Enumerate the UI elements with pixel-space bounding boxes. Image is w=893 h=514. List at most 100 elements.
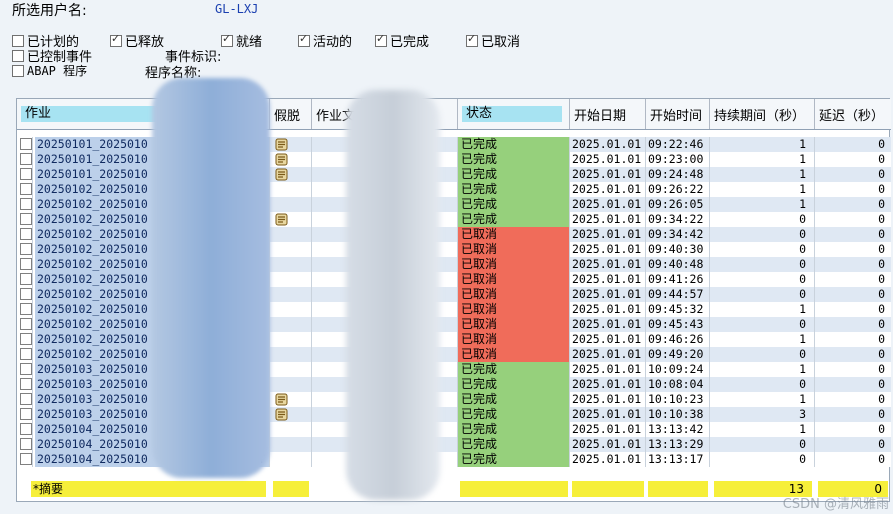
checkbox-box[interactable] <box>221 32 233 47</box>
table-row[interactable]: 20250101_2025010EASE已完成2025.01.0109:23:0… <box>17 152 891 167</box>
row-select-cell[interactable] <box>17 317 33 332</box>
checkbox-abap-program[interactable]: ABAP 程序 <box>12 62 87 79</box>
table-row[interactable]: 20250102_2025010ASE已取消2025.01.0109:40:48… <box>17 257 891 272</box>
col-header-spool[interactable]: 假脱 <box>270 99 312 129</box>
checkbox-released[interactable]: 已释放 <box>110 31 164 50</box>
checkbox-box[interactable] <box>375 32 387 47</box>
spool-list-icon[interactable] <box>274 213 290 226</box>
row-checkbox[interactable] <box>20 333 32 345</box>
row-checkbox[interactable] <box>20 363 32 375</box>
table-row[interactable]: 20250102_2025010E已取消2025.01.0109:45:4300 <box>17 317 891 332</box>
spool-cell[interactable] <box>270 287 312 302</box>
row-checkbox[interactable] <box>20 183 32 195</box>
spool-cell[interactable] <box>270 407 312 422</box>
spool-cell[interactable] <box>270 257 312 272</box>
table-row[interactable]: 20250103_2025010G已完成2025.01.0110:09:2410 <box>17 362 891 377</box>
row-select-cell[interactable] <box>17 302 33 317</box>
row-select-cell[interactable] <box>17 392 33 407</box>
spool-cell[interactable] <box>270 137 312 152</box>
table-row[interactable]: 20250102_2025010E已取消2025.01.0109:49:2000 <box>17 347 891 362</box>
row-select-cell[interactable] <box>17 152 33 167</box>
table-row[interactable]: 20250102_2025010ASE已取消2025.01.0109:40:30… <box>17 242 891 257</box>
row-checkbox[interactable] <box>20 198 32 210</box>
checkbox-box[interactable] <box>466 32 478 47</box>
row-select-cell[interactable] <box>17 182 33 197</box>
row-checkbox[interactable] <box>20 168 32 180</box>
row-checkbox[interactable] <box>20 438 32 450</box>
spool-cell[interactable] <box>270 182 312 197</box>
row-select-cell[interactable] <box>17 407 33 422</box>
spool-cell[interactable] <box>270 167 312 182</box>
table-row[interactable]: 20250103_2025010 已完成 2025.01.01 10:08:04 0 0 <box>17 377 891 392</box>
checkbox-box[interactable] <box>12 64 24 77</box>
spool-cell[interactable] <box>270 152 312 167</box>
row-checkbox[interactable] <box>20 228 32 240</box>
row-select-cell[interactable] <box>17 242 33 257</box>
spool-cell[interactable] <box>270 332 312 347</box>
spool-list-icon[interactable] <box>274 393 290 406</box>
spool-cell[interactable] <box>270 227 312 242</box>
checkbox-ready[interactable]: 就绪 <box>221 31 262 50</box>
row-checkbox[interactable] <box>20 408 32 420</box>
row-checkbox[interactable] <box>20 213 32 225</box>
checkbox-box[interactable] <box>12 34 24 47</box>
row-checkbox[interactable] <box>20 423 32 435</box>
checkbox-box[interactable] <box>110 32 122 47</box>
row-select-cell[interactable] <box>17 197 33 212</box>
row-select-cell[interactable] <box>17 212 33 227</box>
table-row[interactable]: 20250102_2025010SE已取消2025.01.0109:41:260… <box>17 272 891 287</box>
spool-cell[interactable] <box>270 362 312 377</box>
table-row[interactable]: 20250104_2025010CT已完成2025.01.0113:13:170… <box>17 452 891 467</box>
spool-cell[interactable] <box>270 302 312 317</box>
row-checkbox[interactable] <box>20 243 32 255</box>
spool-cell[interactable] <box>270 242 312 257</box>
col-header-start-date[interactable]: 开始日期 <box>570 99 646 129</box>
table-row[interactable]: 20250103_2025010E已完成2025.01.0110:10:2310 <box>17 392 891 407</box>
table-row[interactable]: 20250102_2025010TING已完成2025.01.0109:26:2… <box>17 182 891 197</box>
row-select-cell[interactable] <box>17 272 33 287</box>
row-checkbox[interactable] <box>20 453 32 465</box>
row-select-cell[interactable] <box>17 362 33 377</box>
col-header-start-time[interactable]: 开始时间 <box>646 99 710 129</box>
row-select-cell[interactable] <box>17 287 33 302</box>
row-checkbox[interactable] <box>20 378 32 390</box>
row-select-cell[interactable] <box>17 422 33 437</box>
checkbox-box[interactable] <box>12 49 24 62</box>
row-select-cell[interactable] <box>17 137 33 152</box>
row-select-cell[interactable] <box>17 332 33 347</box>
table-row[interactable]: 20250101_2025010EASE已完成2025.01.0109:24:4… <box>17 167 891 182</box>
col-header-duration[interactable]: 持续期间（秒） <box>710 99 815 129</box>
table-row[interactable]: 20250102_2025010E已取消2025.01.0109:46:2610 <box>17 332 891 347</box>
spool-cell[interactable] <box>270 392 312 407</box>
row-checkbox[interactable] <box>20 258 32 270</box>
row-checkbox[interactable] <box>20 273 32 285</box>
spool-list-icon[interactable] <box>274 138 290 151</box>
spool-cell[interactable] <box>270 197 312 212</box>
checkbox-finished[interactable]: 已完成 <box>375 31 429 50</box>
spool-list-icon[interactable] <box>274 153 290 166</box>
row-checkbox[interactable] <box>20 153 32 165</box>
row-select-cell[interactable] <box>17 347 33 362</box>
table-row[interactable]: 20250102_2025010E已取消2025.01.0109:44:5700 <box>17 287 891 302</box>
table-row[interactable]: 20250104_2025010NG已完成2025.01.0113:13:421… <box>17 422 891 437</box>
row-checkbox[interactable] <box>20 138 32 150</box>
checkbox-active[interactable]: 活动的 <box>298 31 352 50</box>
row-checkbox[interactable] <box>20 288 32 300</box>
spool-cell[interactable] <box>270 347 312 362</box>
table-row[interactable]: 20250104_2025010S已完成2025.01.0113:13:2900 <box>17 437 891 452</box>
row-checkbox[interactable] <box>20 303 32 315</box>
table-row[interactable]: 20250102_2025010LOS已完成2025.01.0109:26:05… <box>17 197 891 212</box>
row-select-cell[interactable] <box>17 437 33 452</box>
row-select-cell[interactable] <box>17 452 33 467</box>
table-row[interactable]: 20250101_2025010EASE已完成2025.01.0109:22:4… <box>17 137 891 152</box>
checkbox-box[interactable] <box>298 32 310 47</box>
col-header-delay[interactable]: 延迟（秒） <box>815 99 891 129</box>
row-checkbox[interactable] <box>20 318 32 330</box>
table-row[interactable]: 20250103_2025010G已完成2025.01.0110:10:3830 <box>17 407 891 422</box>
spool-cell[interactable] <box>270 317 312 332</box>
table-row[interactable]: 20250102_2025010ASE已取消2025.01.0109:34:42… <box>17 227 891 242</box>
table-row[interactable]: 20250102_2025010TING已完成2025.01.0109:34:2… <box>17 212 891 227</box>
row-checkbox[interactable] <box>20 348 32 360</box>
checkbox-cancelled[interactable]: 已取消 <box>466 31 520 50</box>
spool-cell[interactable] <box>270 422 312 437</box>
